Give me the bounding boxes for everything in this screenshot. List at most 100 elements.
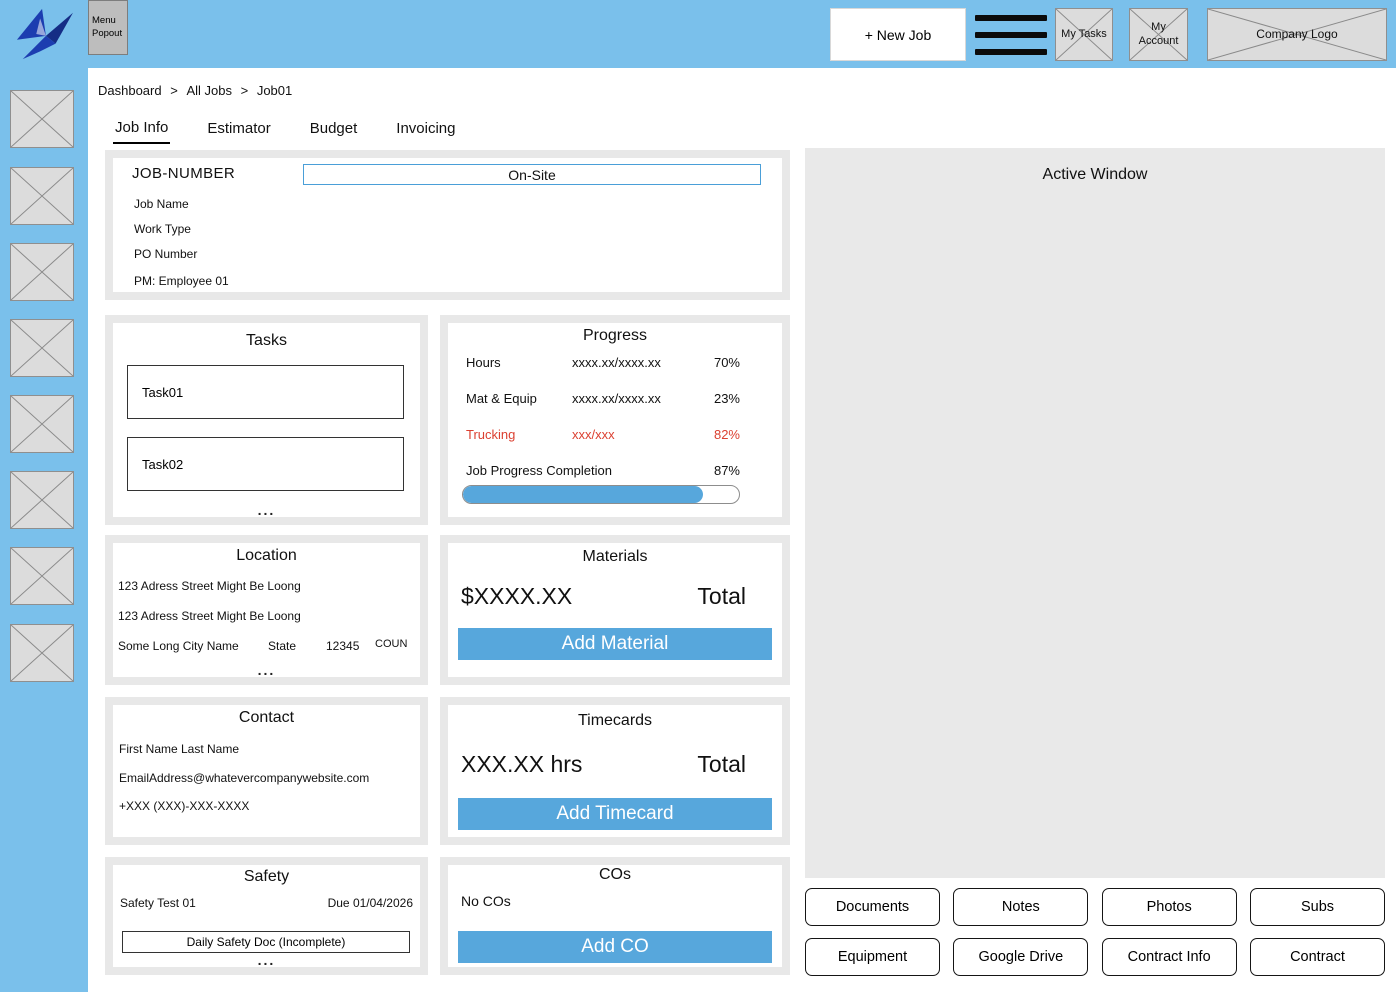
add-co-button[interactable]: Add CO bbox=[458, 931, 772, 963]
breadcrumb: Dashboard > All Jobs > Job01 bbox=[98, 83, 292, 98]
left-sidebar bbox=[0, 0, 88, 992]
breadcrumb-all-jobs[interactable]: All Jobs bbox=[186, 83, 232, 98]
city-label: Some Long City Name bbox=[118, 639, 239, 653]
job-status-field[interactable]: On-Site bbox=[303, 164, 761, 185]
cos-title: COs bbox=[599, 866, 631, 883]
breadcrumb-job01[interactable]: Job01 bbox=[257, 83, 292, 98]
safety-item: Safety Test 01 bbox=[120, 896, 196, 910]
progress-row-value: xxxx.xx/xxxx.xx bbox=[572, 355, 661, 370]
job-header-card: JOB-NUMBER On-Site Job Name Work Type PO… bbox=[105, 150, 790, 300]
sidebar-image-placeholder[interactable] bbox=[10, 319, 74, 377]
tasks-card: Tasks Task01 Task02 ... bbox=[105, 315, 428, 525]
tab-job-info[interactable]: Job Info bbox=[113, 119, 171, 144]
address-line-1: 123 Adress Street Might Be Loong bbox=[118, 579, 301, 593]
tab-estimator[interactable]: Estimator bbox=[205, 119, 272, 144]
task-item[interactable]: Task02 bbox=[127, 437, 404, 491]
job-progress-bar bbox=[462, 485, 740, 504]
company-logo[interactable]: Company Logo bbox=[1207, 8, 1387, 61]
my-account-button[interactable]: My Account bbox=[1129, 8, 1188, 61]
progress-row-value: xxxx.xx/xxxx.xx bbox=[572, 391, 661, 406]
equipment-button[interactable]: Equipment bbox=[805, 938, 940, 976]
top-header: Menu Popout + New Job My Tasks My Accoun… bbox=[0, 0, 1396, 68]
sidebar-image-placeholder[interactable] bbox=[10, 624, 74, 682]
country-label: COUN bbox=[375, 638, 408, 650]
menu-popout-button[interactable]: Menu Popout bbox=[88, 0, 128, 55]
cos-card: COs No COs Add CO bbox=[440, 857, 790, 975]
progress-row-label: Trucking bbox=[466, 427, 516, 442]
safety-title: Safety bbox=[243, 868, 290, 885]
tab-invoicing[interactable]: Invoicing bbox=[394, 119, 457, 144]
safety-more-button[interactable]: ... bbox=[113, 953, 420, 967]
progress-row-pct: 70% bbox=[713, 355, 740, 370]
tab-budget[interactable]: Budget bbox=[308, 119, 360, 144]
job-tabs: Job Info Estimator Budget Invoicing bbox=[113, 119, 457, 144]
progress-card: Progress Hours xxxx.xx/xxxx.xx 70% Mat &… bbox=[440, 315, 790, 525]
progress-row-mat-equip: Mat & Equip xxxx.xx/xxxx.xx 23% bbox=[448, 391, 782, 407]
subs-button[interactable]: Subs bbox=[1249, 888, 1385, 926]
x-placeholder-icon bbox=[11, 472, 73, 528]
pm-label: PM: Employee 01 bbox=[134, 274, 229, 288]
x-placeholder-icon bbox=[11, 548, 73, 604]
progress-row-hours: Hours xxxx.xx/xxxx.xx 70% bbox=[448, 355, 782, 371]
add-material-button[interactable]: Add Material bbox=[458, 628, 772, 660]
contact-title: Contact bbox=[238, 709, 295, 726]
notes-button[interactable]: Notes bbox=[953, 888, 1089, 926]
x-placeholder-icon bbox=[11, 168, 73, 224]
materials-total-label: Total bbox=[697, 583, 746, 609]
documents-button[interactable]: Documents bbox=[805, 888, 940, 926]
daily-safety-doc-button[interactable]: Daily Safety Doc (Incomplete) bbox=[122, 931, 410, 953]
company-logo-label: Company Logo bbox=[1256, 27, 1338, 42]
sidebar-image-placeholder[interactable] bbox=[10, 167, 74, 225]
location-more-button[interactable]: ... bbox=[113, 663, 420, 677]
progress-completion-row: Job Progress Completion 87% bbox=[448, 463, 782, 479]
contact-name: First Name Last Name bbox=[119, 742, 240, 756]
sidebar-image-placeholder[interactable] bbox=[10, 471, 74, 529]
x-placeholder-icon bbox=[11, 244, 73, 300]
x-placeholder-icon bbox=[11, 396, 73, 452]
sidebar-image-placeholder[interactable] bbox=[10, 547, 74, 605]
materials-card: Materials $XXXX.XX Total Add Material bbox=[440, 535, 790, 685]
contact-email: EmailAddress@whatevercompanywebsite.com bbox=[119, 771, 370, 785]
breadcrumb-dashboard[interactable]: Dashboard bbox=[98, 83, 162, 98]
completion-label: Job Progress Completion bbox=[466, 463, 612, 478]
sidebar-image-placeholder[interactable] bbox=[10, 395, 74, 453]
timecards-amount: XXX.XX hrs bbox=[461, 751, 583, 777]
zip-label: 12345 bbox=[326, 639, 360, 653]
sidebar-image-placeholder[interactable] bbox=[10, 243, 74, 301]
progress-row-trucking: Trucking xxx/xxx 82% bbox=[448, 427, 782, 443]
materials-amount: $XXXX.XX bbox=[461, 583, 573, 609]
sidebar-image-placeholder[interactable] bbox=[10, 90, 74, 148]
google-drive-button[interactable]: Google Drive bbox=[953, 938, 1089, 976]
photos-button[interactable]: Photos bbox=[1101, 888, 1237, 926]
add-timecard-button[interactable]: Add Timecard bbox=[458, 798, 772, 830]
my-account-label: My Account bbox=[1138, 21, 1179, 47]
address-line-2: 123 Adress Street Might Be Loong bbox=[118, 609, 301, 623]
my-tasks-label: My Tasks bbox=[1061, 27, 1107, 40]
job-number-label: JOB-NUMBER bbox=[132, 165, 236, 182]
tasks-more-button[interactable]: ... bbox=[113, 503, 420, 517]
completion-pct: 87% bbox=[713, 463, 740, 478]
progress-row-label: Hours bbox=[466, 355, 501, 370]
tasks-title: Tasks bbox=[246, 332, 287, 349]
task-item[interactable]: Task01 bbox=[127, 365, 404, 419]
location-card: Location 123 Adress Street Might Be Loon… bbox=[105, 535, 428, 685]
app-logo[interactable] bbox=[12, 5, 76, 63]
contract-button[interactable]: Contract bbox=[1249, 938, 1385, 976]
timecards-card: Timecards XXX.XX hrs Total Add Timecard bbox=[440, 697, 790, 845]
origami-bird-logo-icon bbox=[16, 8, 73, 60]
location-title: Location bbox=[236, 547, 297, 564]
materials-title: Materials bbox=[582, 548, 648, 565]
my-tasks-button[interactable]: My Tasks bbox=[1055, 8, 1113, 61]
x-placeholder-icon bbox=[11, 320, 73, 376]
progress-row-value: xxx/xxx bbox=[572, 427, 615, 442]
action-button-row-1: Documents Notes Photos Subs bbox=[805, 888, 1385, 926]
job-progress-bar-fill bbox=[463, 486, 704, 503]
breadcrumb-separator: > bbox=[170, 83, 178, 98]
no-cos-label: No COs bbox=[461, 893, 511, 909]
new-job-button[interactable]: + New Job bbox=[830, 8, 966, 61]
hamburger-menu-icon[interactable] bbox=[975, 15, 1047, 55]
contact-card: Contact First Name Last Name EmailAddres… bbox=[105, 697, 428, 845]
po-number-label: PO Number bbox=[134, 247, 198, 261]
progress-row-pct: 82% bbox=[713, 427, 740, 442]
contract-info-button[interactable]: Contract Info bbox=[1101, 938, 1237, 976]
